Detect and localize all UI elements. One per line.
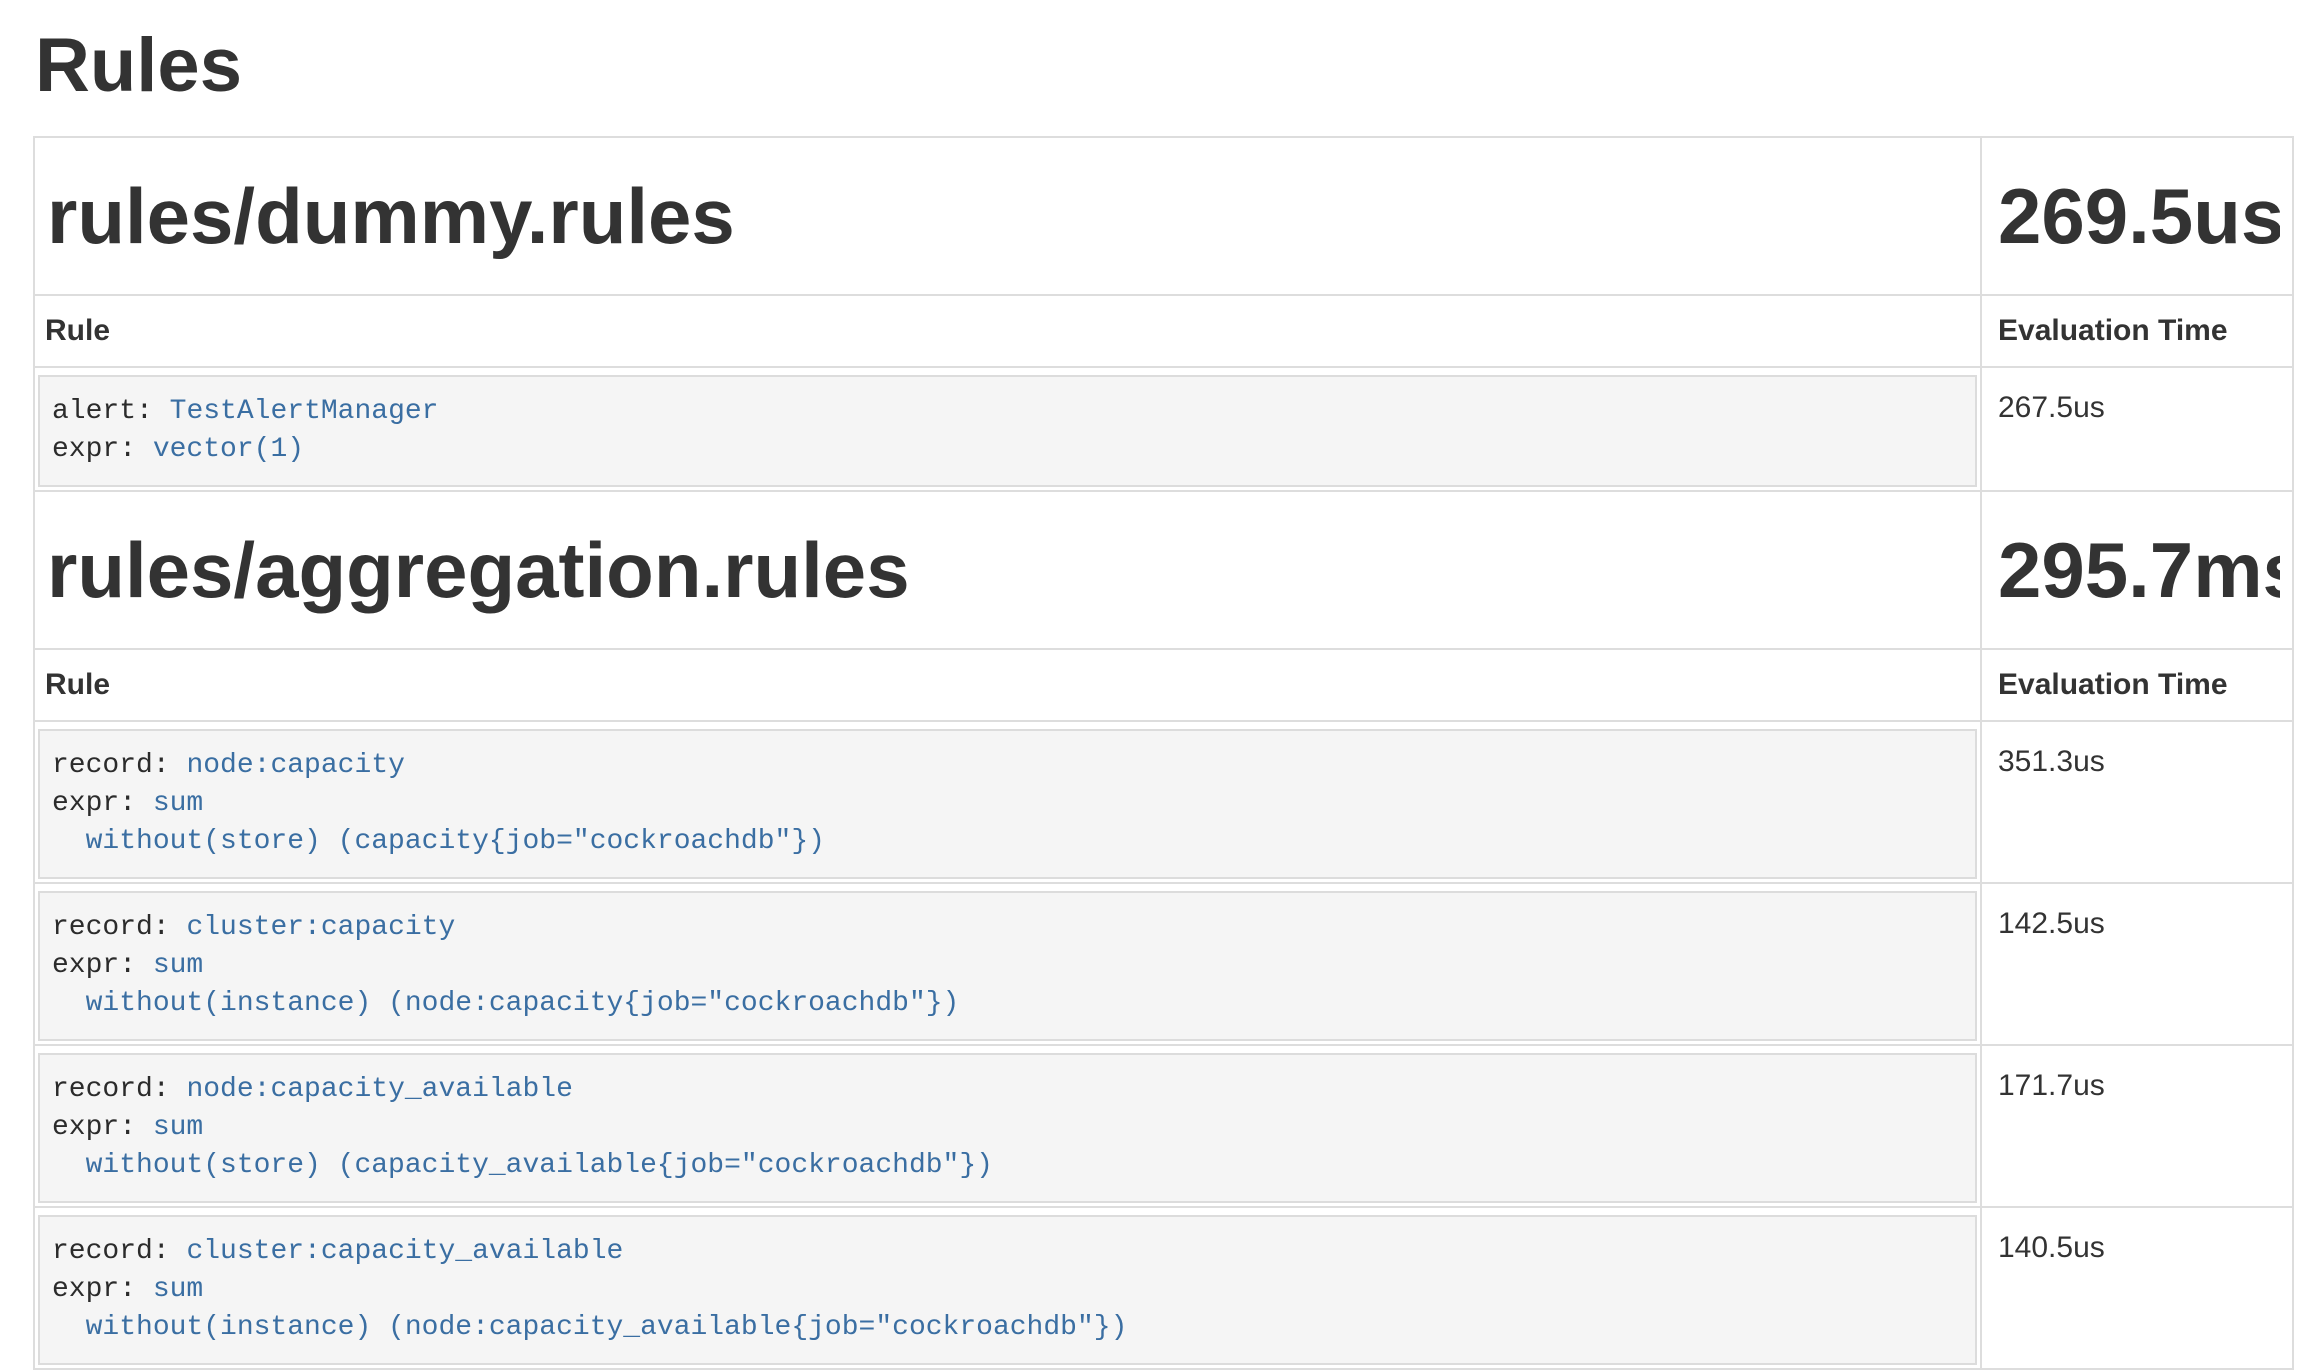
rule-link[interactable]: without(store) (capacity{job="cockroachd… xyxy=(52,826,825,857)
rule-link[interactable]: node:capacity xyxy=(186,750,404,781)
rules-table: rules/dummy.rules 269.5us Rule Evaluatio… xyxy=(33,136,2294,1370)
rule-keyword: record: xyxy=(52,912,170,943)
rule-definition-cell: record: cluster:capacity expr: sum witho… xyxy=(34,883,1981,1045)
rule-link[interactable]: without(instance) (node:capacity_availab… xyxy=(52,1312,1127,1343)
rule-link[interactable]: sum xyxy=(153,950,203,981)
rule-definition: record: node:capacity expr: sum without(… xyxy=(38,729,1977,879)
rule-eval-time: 140.5us xyxy=(1981,1207,2293,1369)
rule-row: record: node:capacity expr: sum without(… xyxy=(34,721,2293,883)
rule-definition-cell: alert: TestAlertManager expr: vector(1) xyxy=(34,367,1981,491)
rule-definition-cell: record: cluster:capacity_available expr:… xyxy=(34,1207,1981,1369)
rule-definition: alert: TestAlertManager expr: vector(1) xyxy=(38,375,1977,487)
rule-row: record: cluster:capacity_available expr:… xyxy=(34,1207,2293,1369)
rule-column-header: Rule xyxy=(34,649,1981,721)
rule-group-eval-time-cell: 295.7ms xyxy=(1981,491,2293,649)
rule-keyword: record: xyxy=(52,750,170,781)
rule-keyword: expr: xyxy=(52,1274,136,1305)
rule-row: record: cluster:capacity expr: sum witho… xyxy=(34,883,2293,1045)
rule-link[interactable]: sum xyxy=(153,1112,203,1143)
rule-eval-time: 142.5us xyxy=(1981,883,2293,1045)
rule-definition-cell: record: node:capacity expr: sum without(… xyxy=(34,721,1981,883)
rule-definition-cell: record: node:capacity_available expr: su… xyxy=(34,1045,1981,1207)
eval-time-column-header: Evaluation Time xyxy=(1981,649,2293,721)
rule-group-header-row: rules/dummy.rules 269.5us xyxy=(34,137,2293,295)
rule-eval-time: 267.5us xyxy=(1981,367,2293,491)
rule-link[interactable]: TestAlertManager xyxy=(170,396,439,427)
rule-link[interactable]: vector(1) xyxy=(153,434,304,465)
rule-group-file: rules/dummy.rules xyxy=(47,170,1968,262)
rule-keyword: expr: xyxy=(52,788,136,819)
rule-definition: record: cluster:capacity_available expr:… xyxy=(38,1215,1977,1365)
rule-group-file-cell: rules/dummy.rules xyxy=(34,137,1981,295)
rule-keyword: expr: xyxy=(52,950,136,981)
rule-group-eval-time: 269.5us xyxy=(1998,170,2280,262)
rules-page: Rules rules/dummy.rules 269.5us Rule Eva… xyxy=(0,24,2316,1370)
rule-group-file-cell: rules/aggregation.rules xyxy=(34,491,1981,649)
rule-keyword: expr: xyxy=(52,1112,136,1143)
rule-link[interactable]: sum xyxy=(153,788,203,819)
rule-group-header-row: rules/aggregation.rules 295.7ms xyxy=(34,491,2293,649)
rule-eval-time: 351.3us xyxy=(1981,721,2293,883)
rule-group-eval-time: 295.7ms xyxy=(1998,524,2280,616)
rule-keyword: record: xyxy=(52,1074,170,1105)
eval-time-column-header: Evaluation Time xyxy=(1981,295,2293,367)
rule-link[interactable]: without(instance) (node:capacity{job="co… xyxy=(52,988,959,1019)
column-header-row: Rule Evaluation Time xyxy=(34,295,2293,367)
rule-keyword: record: xyxy=(52,1236,170,1267)
rule-group-file: rules/aggregation.rules xyxy=(47,524,1968,616)
rule-column-header: Rule xyxy=(34,295,1981,367)
rule-definition: record: cluster:capacity expr: sum witho… xyxy=(38,891,1977,1041)
page-title: Rules xyxy=(35,24,2294,108)
rule-row: record: node:capacity_available expr: su… xyxy=(34,1045,2293,1207)
rule-link[interactable]: without(store) (capacity_available{job="… xyxy=(52,1150,993,1181)
rule-link[interactable]: node:capacity_available xyxy=(186,1074,572,1105)
rule-link[interactable]: sum xyxy=(153,1274,203,1305)
column-header-row: Rule Evaluation Time xyxy=(34,649,2293,721)
rule-keyword: alert: xyxy=(52,396,153,427)
rule-eval-time: 171.7us xyxy=(1981,1045,2293,1207)
rule-group-eval-time-cell: 269.5us xyxy=(1981,137,2293,295)
rule-keyword: expr: xyxy=(52,434,136,465)
rule-definition: record: node:capacity_available expr: su… xyxy=(38,1053,1977,1203)
rule-link[interactable]: cluster:capacity_available xyxy=(186,1236,623,1267)
rule-link[interactable]: cluster:capacity xyxy=(186,912,455,943)
rule-row: alert: TestAlertManager expr: vector(1) … xyxy=(34,367,2293,491)
